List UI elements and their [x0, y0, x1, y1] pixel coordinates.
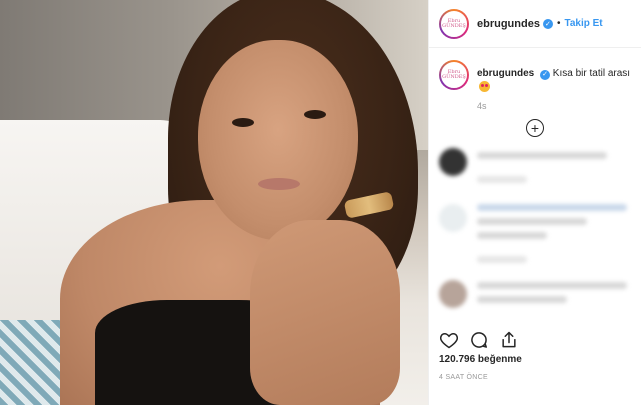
caption-username[interactable]: ebrugundes [477, 68, 534, 79]
heart-eyes-emoji-icon [479, 81, 490, 92]
caption-verified-icon: ✓ [540, 70, 551, 80]
caption-avatar[interactable]: Ebru GÜNDEŞ [439, 60, 469, 90]
blurred-text-line [477, 204, 627, 211]
blurred-avatar [439, 148, 467, 176]
post-side-panel: Ebru GÜNDEŞ ebrugundes ✓ • Takip Et Ebru… [428, 0, 641, 405]
post-photo[interactable] [0, 0, 428, 405]
action-bar [439, 330, 519, 350]
blurred-text-line [477, 176, 527, 183]
load-more-comments-icon[interactable]: + [526, 119, 544, 137]
caption-row: Ebru GÜNDEŞ ebrugundes ✓ Kısa bir tatil … [429, 48, 641, 95]
follow-button[interactable]: Takip Et [564, 18, 602, 29]
blurred-text-line [477, 282, 627, 289]
blurred-text-line [477, 232, 547, 239]
blurred-text-line [477, 218, 587, 225]
avatar-logo-line2: GÜNDEŞ [442, 22, 466, 29]
blurred-text-line [477, 256, 527, 263]
blurred-text-line [477, 296, 567, 303]
photo-eye-right [304, 110, 326, 119]
blurred-text-line [477, 152, 607, 159]
caption-text: Kısa bir tatil arası [552, 68, 631, 79]
post-timestamp[interactable]: 4 SAAT ÖNCE [439, 374, 488, 381]
photo-lips [258, 178, 300, 190]
blurred-avatar [439, 204, 467, 232]
photo-face [198, 40, 358, 240]
caption-timestamp[interactable]: 4s [429, 101, 641, 111]
blurred-avatar [439, 280, 467, 308]
separator-dot: • [556, 18, 561, 29]
share-icon[interactable] [499, 330, 519, 350]
photo-eye-left [232, 118, 254, 127]
caption-avatar-logo-line2: GÜNDEŞ [442, 74, 466, 80]
photo-arm [250, 220, 400, 405]
heart-icon[interactable] [439, 330, 459, 350]
post-header: Ebru GÜNDEŞ ebrugundes ✓ • Takip Et [429, 0, 641, 48]
username-link[interactable]: ebrugundes [477, 18, 540, 30]
verified-badge-icon: ✓ [542, 18, 553, 29]
profile-avatar[interactable]: Ebru GÜNDEŞ [439, 8, 469, 39]
caption-text-block: ebrugundes ✓ Kısa bir tatil arası [477, 67, 631, 95]
comment-icon[interactable] [469, 330, 489, 350]
likes-count[interactable]: 120.796 beğenme [439, 354, 522, 365]
